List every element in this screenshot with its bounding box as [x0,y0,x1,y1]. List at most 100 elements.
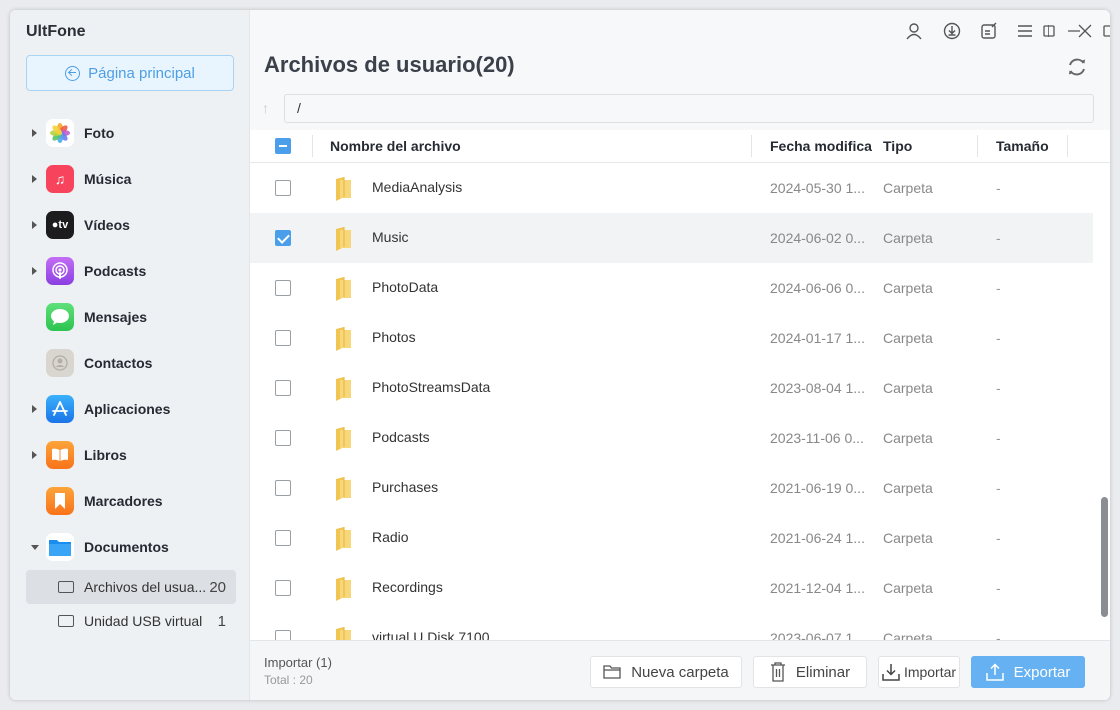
table-scrollbar[interactable] [1101,497,1108,617]
select-all-checkbox[interactable] [275,138,291,154]
table-row[interactable]: Photos 2024-01-17 1... Carpeta - [250,313,1093,363]
row-checkbox[interactable] [275,630,291,640]
sidebar-subitem-usb-virtual[interactable]: Unidad USB virtual 1 [26,604,236,638]
expand-caret-icon[interactable] [32,129,37,137]
column-divider[interactable] [1067,135,1068,157]
delete-button[interactable]: Eliminar [753,656,867,688]
sidebar-item-marcadores[interactable]: Marcadores [10,478,250,524]
account-icon[interactable] [905,22,923,40]
column-header-name[interactable]: Nombre del archivo [330,138,461,154]
folder-icon [603,665,621,679]
row-checkbox[interactable] [275,330,291,346]
row-checkbox[interactable] [275,580,291,596]
column-header-size[interactable]: Tamaño [996,138,1049,154]
file-name: Photos [372,329,416,345]
table-row[interactable]: Music 2024-06-02 0... Carpeta - [250,213,1093,263]
sidebar-item-contactos[interactable]: Contactos [10,340,250,386]
table-header: Nombre del archivo Fecha modifica Tipo T… [250,130,1110,163]
row-checkbox[interactable] [275,380,291,396]
sidebar-item-videos[interactable]: ●tv Vídeos [10,202,250,248]
sidebar-item-label: Mensajes [84,309,148,325]
download-icon[interactable] [943,22,961,40]
home-button[interactable]: Página principal [26,55,234,91]
table-row[interactable]: Podcasts 2023-11-06 0... Carpeta - [250,413,1093,463]
sidebar-item-label: Foto [84,125,115,141]
sidebar-item-libros[interactable]: Libros [10,432,250,478]
folder-icon [336,527,351,551]
file-name: Purchases [372,479,439,495]
table-row[interactable]: Purchases 2021-06-19 0... Carpeta - [250,463,1093,513]
file-name: PhotoStreamsData [372,379,491,395]
table-row[interactable]: PhotoStreamsData 2023-08-04 1... Carpeta - [250,363,1093,413]
import-button[interactable]: Importar [878,656,960,688]
app-window: UltFone Página principal Foto ♫ Música ●… [10,10,1110,700]
maximize-icon[interactable] [1040,22,1058,40]
feedback-icon[interactable] [980,22,998,40]
file-size: - [996,430,1001,446]
refresh-icon[interactable] [1066,56,1088,78]
column-divider[interactable] [312,135,313,157]
file-date: 2023-11-06 0... [770,430,864,446]
sidebar-item-label: Contactos [84,355,153,371]
back-circle-icon [65,65,81,81]
table-row[interactable]: virtual U Disk 7100 2023-06-07 1... Carpet… [250,613,1093,640]
expand-caret-icon[interactable] [32,267,37,275]
path-field[interactable]: / [284,94,1094,123]
sidebar-subitem-archivos-usuario[interactable]: Archivos del usua... 20 [26,570,236,604]
row-checkbox[interactable] [275,280,291,296]
sidebar-item-label: Documentos [84,539,169,555]
export-icon [985,663,1004,681]
column-divider[interactable] [751,135,752,157]
new-folder-button[interactable]: Nueva carpeta [590,656,742,688]
export-label: Exportar [1013,663,1071,681]
expand-caret-icon[interactable] [32,175,37,183]
user-folder-icon [58,581,74,593]
table-row[interactable]: Radio 2021-06-24 1... Carpeta - [250,513,1093,563]
folder-icon [336,427,351,451]
row-checkbox[interactable] [275,430,291,446]
title-bar [810,10,1110,50]
row-checkbox[interactable] [275,530,291,546]
file-date: 2021-12-04 1... [770,580,865,596]
column-header-date[interactable]: Fecha modifica [770,138,872,154]
sidebar-item-foto[interactable]: Foto [10,110,250,156]
home-button-label: Página principal [88,64,195,82]
sidebar-item-label: Podcasts [84,263,147,279]
file-type: Carpeta [883,280,933,296]
folder-icon [336,477,351,501]
row-checkbox[interactable] [275,230,291,246]
file-size: - [996,330,1001,346]
file-size: - [996,530,1001,546]
table-row[interactable]: MediaAnalysis 2024-05-30 1... Carpeta - [250,163,1093,213]
tv-icon: ●tv [46,211,74,239]
row-checkbox[interactable] [275,180,291,196]
table-row[interactable]: PhotoData 2024-06-06 0... Carpeta - [250,263,1093,313]
folder-icon [336,377,351,401]
sidebar-item-label: Música [84,171,132,187]
export-button[interactable]: Exportar [971,656,1085,688]
sidebar-item-documentos[interactable]: Documentos [10,524,250,570]
close-icon[interactable] [1076,22,1094,40]
menu-icon[interactable] [1016,22,1034,40]
contacts-icon [46,349,74,377]
sidebar-item-podcasts[interactable]: Podcasts [10,248,250,294]
row-checkbox[interactable] [275,480,291,496]
file-date: 2024-06-02 0... [770,230,865,246]
table-row[interactable]: Recordings 2021-12-04 1... Carpeta - [250,563,1093,613]
column-header-type[interactable]: Tipo [883,138,912,154]
file-name: virtual U Disk 7100 [372,629,490,640]
sidebar-item-musica[interactable]: ♫ Música [10,156,250,202]
expand-caret-icon[interactable] [32,405,37,413]
column-divider[interactable] [977,135,978,157]
maximize-icon[interactable] [1100,22,1110,40]
sidebar-item-aplicaciones[interactable]: Aplicaciones [10,386,250,432]
main-panel: Archivos de usuario(20) ↑ / Nombre del a… [250,10,1110,700]
collapse-caret-icon[interactable] [31,544,39,550]
expand-caret-icon[interactable] [32,451,37,459]
total-count: Total : 20 [264,673,313,687]
sidebar-item-label: Libros [84,447,127,463]
sidebar-item-mensajes[interactable]: Mensajes [10,294,250,340]
parent-folder-icon[interactable]: ↑ [262,100,269,116]
expand-caret-icon[interactable] [32,221,37,229]
sidebar-subitem-label: Archivos del usua... [84,579,207,595]
